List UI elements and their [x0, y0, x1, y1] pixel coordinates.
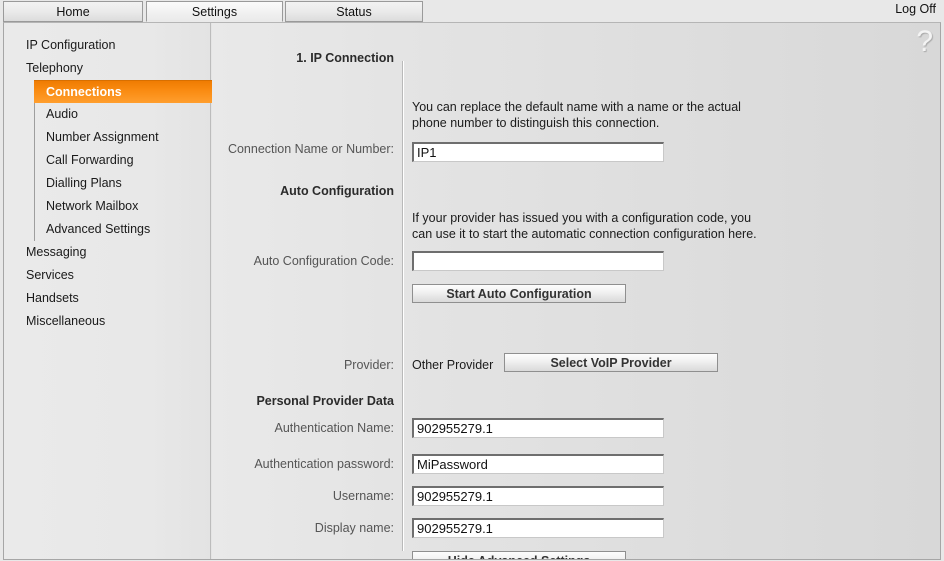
- connection-name-help-text: You can replace the default name with a …: [412, 99, 752, 131]
- authentication-password-input[interactable]: [412, 454, 664, 474]
- sidebar-item-dialling-plans[interactable]: Dialling Plans: [35, 172, 210, 195]
- log-off-link[interactable]: Log Off: [895, 2, 936, 16]
- sidebar-item-label: Services: [26, 268, 74, 282]
- sidebar-item-number-assignment[interactable]: Number Assignment: [35, 126, 210, 149]
- settings-content-pane: ? 1. IP Connection You can replace the d…: [212, 23, 941, 559]
- sidebar-item-miscellaneous[interactable]: Miscellaneous: [4, 310, 210, 333]
- tab-status[interactable]: Status: [285, 1, 423, 22]
- sidebar-item-call-forwarding[interactable]: Call Forwarding: [35, 149, 210, 172]
- authentication-password-label: Authentication password:: [212, 457, 394, 472]
- tab-home[interactable]: Home: [3, 1, 143, 22]
- sidebar-subgroup-telephony: Connections Audio Number Assignment Call…: [34, 80, 210, 241]
- sidebar-navigation: IP Configuration Telephony Connections A…: [4, 23, 211, 559]
- sidebar-item-label: Messaging: [26, 245, 86, 259]
- sidebar-item-network-mailbox[interactable]: Network Mailbox: [35, 195, 210, 218]
- auto-configuration-help-text: If your provider has issued you with a c…: [412, 210, 757, 242]
- sidebar-item-messaging[interactable]: Messaging: [4, 241, 210, 264]
- sidebar-item-services[interactable]: Services: [4, 264, 210, 287]
- provider-label: Provider:: [212, 358, 394, 373]
- section-title-auto-configuration: Auto Configuration: [212, 184, 394, 198]
- section-title-personal-provider-data: Personal Provider Data: [212, 394, 394, 408]
- authentication-name-input[interactable]: [412, 418, 664, 438]
- main-window-frame: IP Configuration Telephony Connections A…: [3, 22, 941, 560]
- tab-settings[interactable]: Settings: [146, 1, 283, 22]
- sidebar-item-label: Advanced Settings: [46, 222, 150, 236]
- sidebar-item-advanced-settings[interactable]: Advanced Settings: [35, 218, 210, 241]
- sidebar-item-label: Audio: [46, 107, 78, 121]
- content-vertical-divider: [402, 61, 404, 551]
- select-voip-provider-button[interactable]: Select VoIP Provider: [504, 353, 718, 372]
- provider-value: Other Provider: [412, 358, 493, 372]
- hide-advanced-settings-button[interactable]: Hide Advanced Settings: [412, 551, 626, 560]
- section-title-ip-connection: 1. IP Connection: [212, 51, 394, 65]
- sidebar-item-audio[interactable]: Audio: [35, 103, 210, 126]
- username-label: Username:: [212, 489, 394, 504]
- username-input[interactable]: [412, 486, 664, 506]
- sidebar-item-label: Miscellaneous: [26, 314, 105, 328]
- sidebar-item-label: Telephony: [26, 61, 83, 75]
- authentication-name-label: Authentication Name:: [212, 421, 394, 436]
- auto-configuration-code-label: Auto Configuration Code:: [212, 254, 394, 269]
- sidebar-item-label: Number Assignment: [46, 130, 159, 144]
- connection-name-label: Connection Name or Number:: [212, 142, 394, 157]
- display-name-label: Display name:: [212, 521, 394, 536]
- sidebar-item-label: IP Configuration: [26, 38, 115, 52]
- help-question-mark-icon[interactable]: ?: [916, 27, 933, 57]
- sidebar-item-telephony[interactable]: Telephony: [4, 57, 210, 80]
- sidebar-item-label: Network Mailbox: [46, 199, 138, 213]
- display-name-input[interactable]: [412, 518, 664, 538]
- sidebar-item-ip-configuration[interactable]: IP Configuration: [4, 34, 210, 57]
- sidebar-item-handsets[interactable]: Handsets: [4, 287, 210, 310]
- sidebar-item-label: Handsets: [26, 291, 79, 305]
- sidebar-item-label: Call Forwarding: [46, 153, 134, 167]
- start-auto-configuration-button[interactable]: Start Auto Configuration: [412, 284, 626, 303]
- sidebar-item-connections[interactable]: Connections: [34, 80, 224, 103]
- auto-configuration-code-input[interactable]: [412, 251, 664, 271]
- connection-name-input[interactable]: [412, 142, 664, 162]
- sidebar-item-label: Dialling Plans: [46, 176, 122, 190]
- sidebar-item-label: Connections: [46, 85, 122, 99]
- tab-bar: Home Settings Status Log Off: [0, 0, 944, 23]
